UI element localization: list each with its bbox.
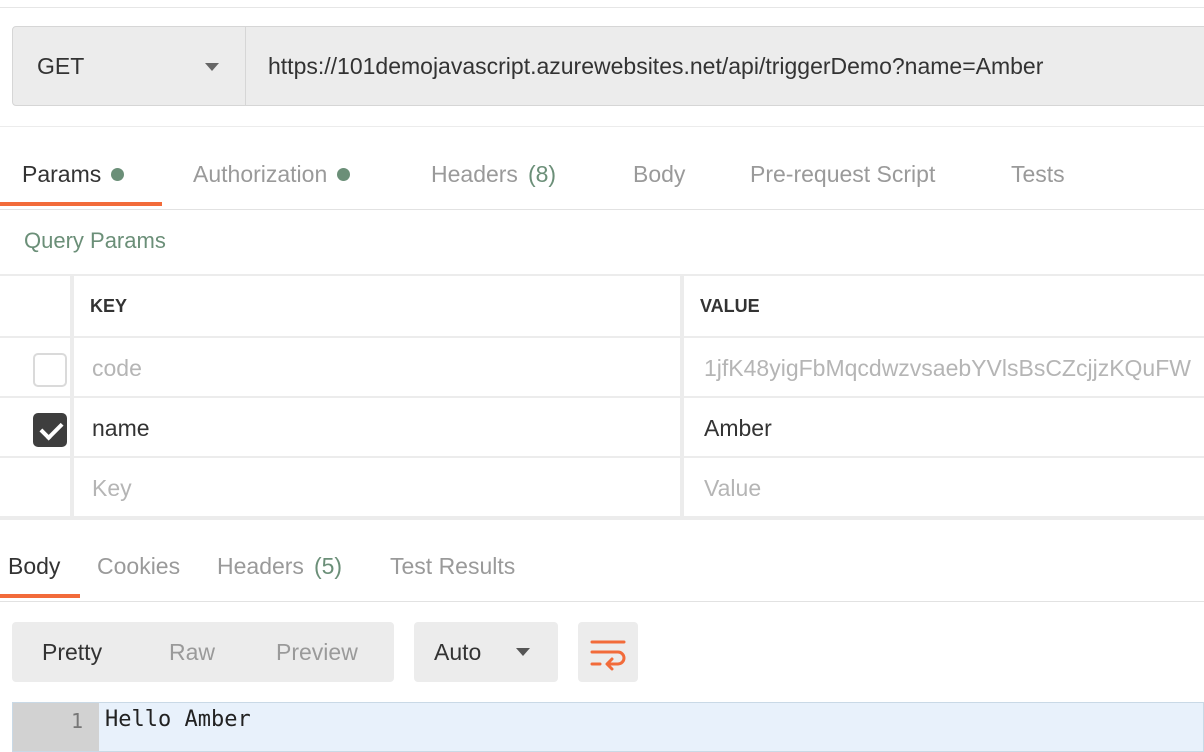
tab-tests[interactable]: Tests [1011, 140, 1065, 208]
tab-body-label: Body [633, 160, 686, 187]
response-headers-count: (5) [313, 552, 343, 579]
headers-count: (8) [527, 160, 557, 187]
param-key-field[interactable]: code [78, 338, 684, 398]
checkbox-cell [0, 398, 74, 458]
tab-response-headers-label: Headers [217, 552, 304, 579]
new-value-input[interactable]: Value [688, 458, 1204, 518]
row-checkbox[interactable] [33, 413, 67, 447]
param-key-field[interactable]: name [78, 398, 684, 458]
tab-response-body-label: Body [8, 552, 61, 579]
checkbox-cell [0, 458, 74, 518]
new-key-input[interactable]: Key [78, 458, 684, 518]
tab-pre-request-script[interactable]: Pre-request Script [750, 140, 935, 208]
checkbox-cell [0, 338, 74, 398]
view-mode-group: Pretty Raw Preview [12, 622, 394, 682]
column-header-value: VALUE [700, 295, 760, 316]
wrap-lines-button[interactable] [578, 622, 638, 682]
format-select[interactable]: Auto [414, 622, 558, 682]
top-strip [0, 0, 1204, 8]
tab-headers-label: Headers [431, 160, 518, 187]
tab-response-body[interactable]: Body [8, 534, 60, 598]
method-label: GET [37, 52, 85, 79]
tab-params-label: Params [22, 160, 102, 187]
request-tabs: Params Authorization Headers (8) Body Pr… [0, 140, 1204, 210]
tab-response-headers[interactable]: Headers (5) [217, 534, 342, 598]
raw-button[interactable]: Raw [169, 622, 215, 682]
wrap-lines-icon [590, 640, 626, 671]
response-tabs: Body Cookies Headers (5) Test Results [0, 534, 1204, 602]
tab-authorization-label: Authorization [193, 160, 328, 187]
preview-button[interactable]: Preview [276, 622, 358, 682]
line-number: 1 [13, 703, 99, 751]
indicator-dot-icon [337, 167, 351, 181]
tab-tests-label: Tests [1011, 160, 1065, 187]
request-bar: GET https://101demojavascript.azurewebsi… [12, 26, 1204, 106]
tab-headers[interactable]: Headers (8) [431, 140, 556, 208]
indicator-dot-icon [111, 167, 125, 181]
column-header-key: KEY [78, 276, 684, 336]
divider [0, 516, 1204, 520]
divider [0, 126, 1204, 127]
param-value-field[interactable]: 1jfK48yigFbMqcdwzvsaebYVlsBsCZcjjzKQuFW [688, 338, 1204, 398]
query-params-title: Query Params [24, 228, 166, 253]
row-checkbox[interactable] [33, 353, 67, 387]
tab-cookies-label: Cookies [97, 552, 181, 579]
response-body-text: Hello Amber [105, 707, 251, 732]
response-editor[interactable]: 1 Hello Amber [12, 702, 1204, 752]
format-label: Auto [434, 638, 482, 665]
header-checkbox-cell [0, 276, 74, 336]
chevron-down-icon [516, 648, 530, 656]
param-value-field[interactable]: Amber [688, 398, 1204, 458]
tab-params[interactable]: Params [22, 140, 125, 208]
tab-pre-request-label: Pre-request Script [750, 160, 936, 187]
chevron-down-icon [205, 63, 219, 71]
url-text: https://101demojavascript.azurewebsites.… [268, 52, 1044, 79]
tab-cookies[interactable]: Cookies [97, 534, 180, 598]
tab-body[interactable]: Body [633, 140, 685, 208]
active-tab-underline [0, 202, 162, 206]
table-row: code 1jfK48yigFbMqcdwzvsaebYVlsBsCZcjjzK… [0, 336, 1204, 398]
method-select[interactable]: GET [13, 27, 246, 105]
table-row: name Amber [0, 396, 1204, 458]
table-row-new: Key Value [0, 456, 1204, 518]
tab-test-results-label: Test Results [390, 552, 516, 579]
tab-authorization[interactable]: Authorization [193, 140, 351, 208]
active-tab-underline [0, 594, 80, 598]
table-header-row: KEY VALUE [0, 274, 1204, 336]
pretty-button[interactable]: Pretty [42, 622, 102, 682]
url-input[interactable]: https://101demojavascript.azurewebsites.… [246, 27, 1204, 105]
tab-test-results[interactable]: Test Results [390, 534, 515, 598]
